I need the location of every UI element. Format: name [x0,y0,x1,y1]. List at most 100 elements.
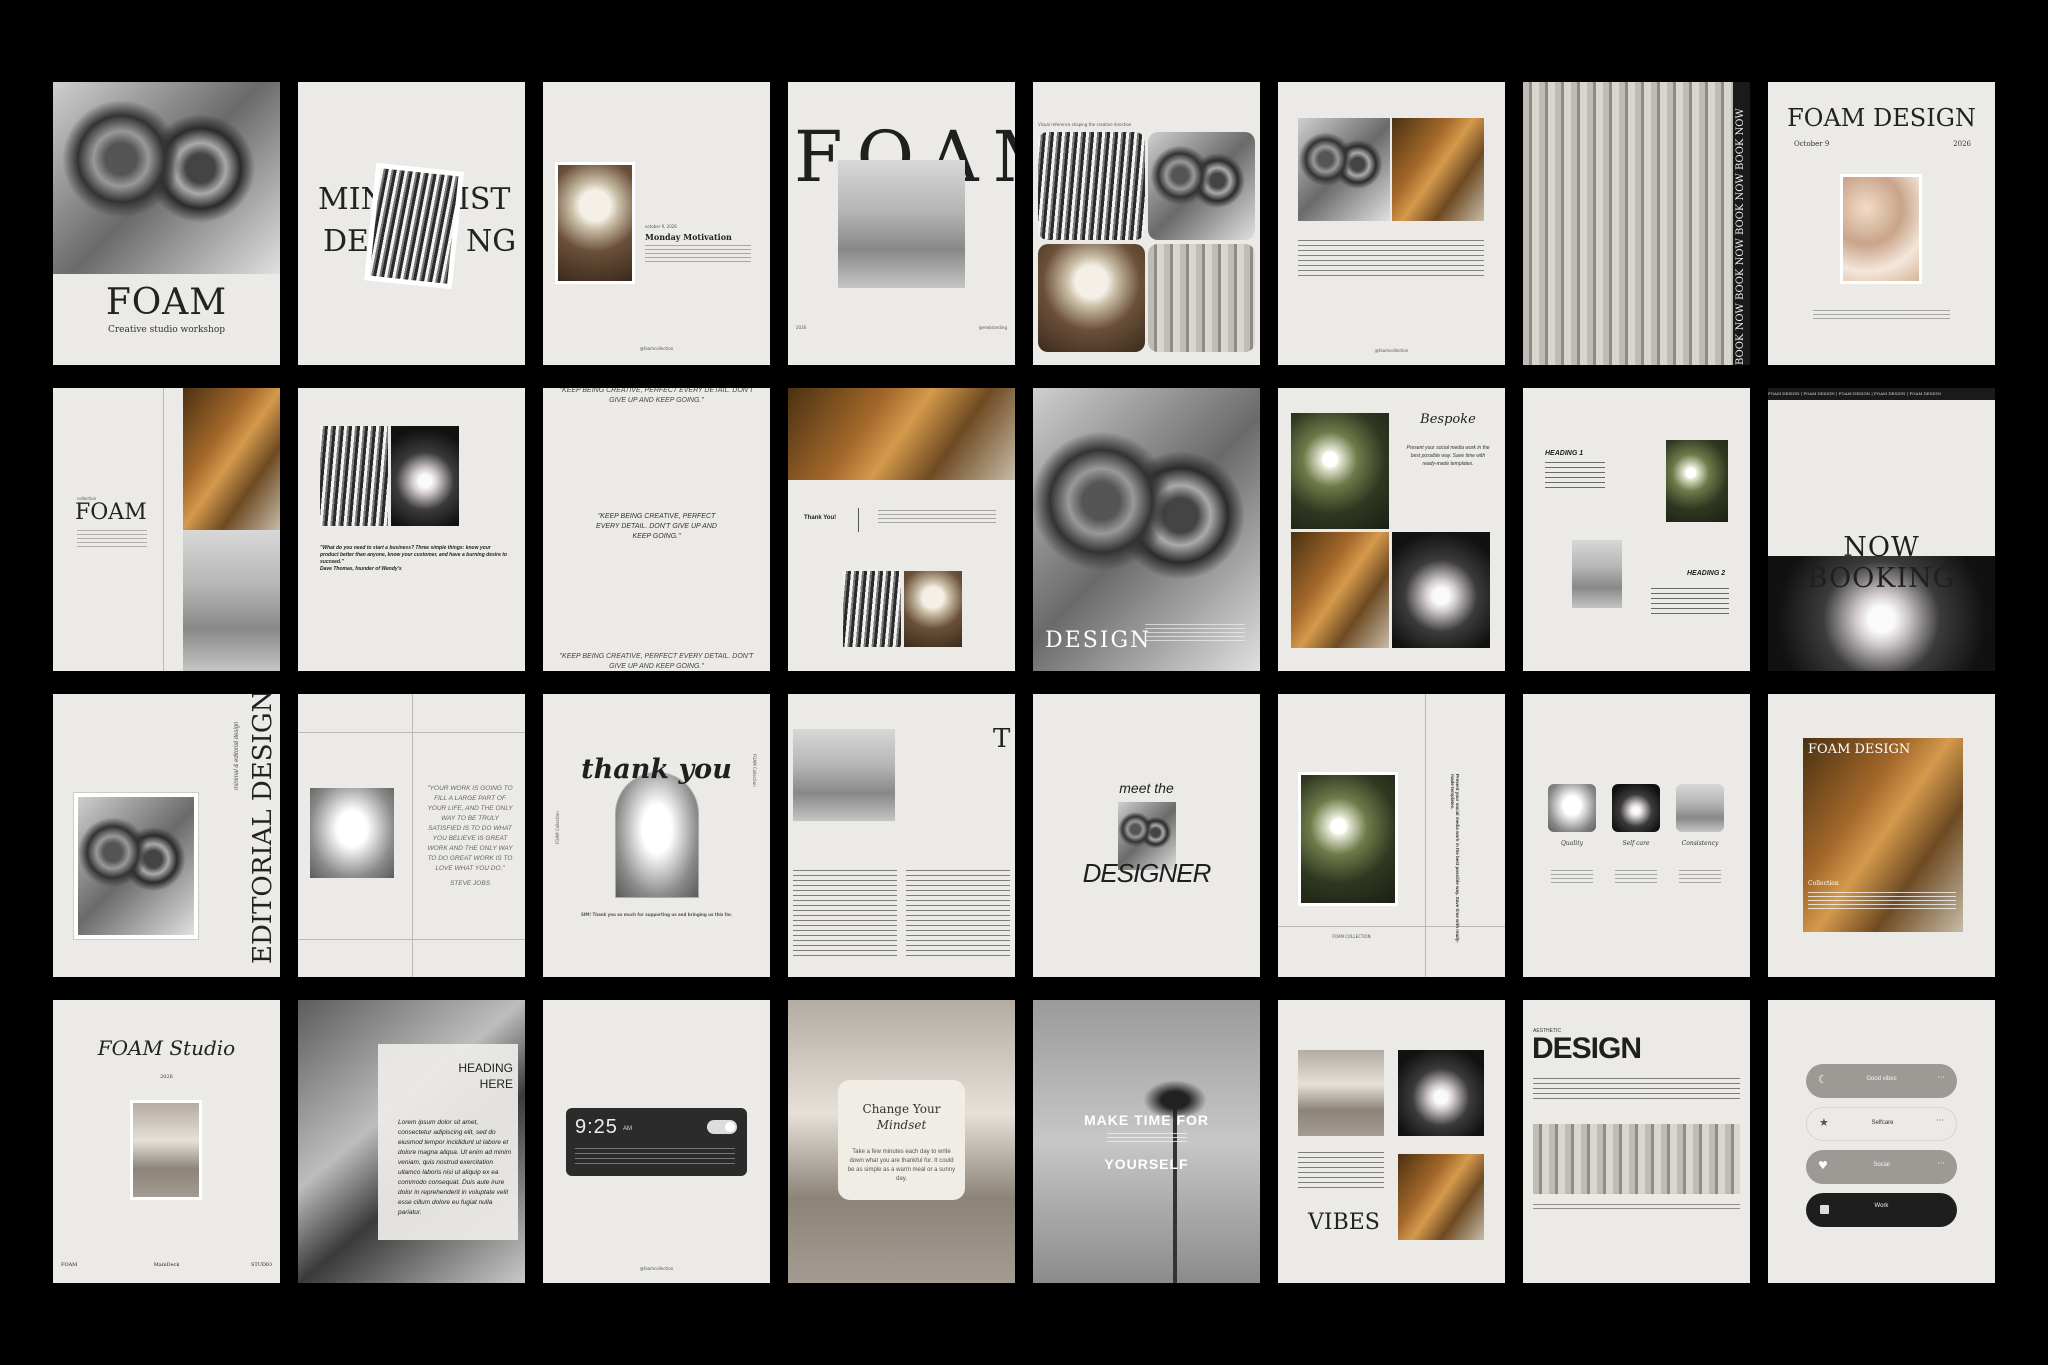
columns-photo [1523,82,1733,365]
pill-good-vibes[interactable]: ☾ Good vibes ··· [1806,1064,1957,1098]
template-card[interactable]: october 9, 2026 Monday Motivation @foamc… [543,82,770,365]
footer-handle: @foamcollection [639,1266,674,1271]
template-card[interactable]: "What do you need to start a business? T… [298,388,525,671]
small-text: minimal & editorial design [234,721,240,790]
pill-label: Social [1873,1162,1890,1168]
toggle-switch[interactable] [707,1120,737,1134]
template-card[interactable]: Visual reference shaping the creative di… [1033,82,1260,365]
template-card[interactable]: 9:25 AM @foamcollection [543,1000,770,1283]
template-card[interactable]: @foamcollection [1278,82,1505,365]
template-card[interactable]: "YOUR WORK IS GOING TO FILL A LARGE PART… [298,694,525,977]
body-text: Lorem ipsum dolor sit amet, consectetur … [398,1119,512,1216]
pill-social[interactable]: ♥ Social ··· [1806,1150,1957,1184]
template-card[interactable]: HEADING 1 HEADING 2 [1523,388,1750,671]
template-card[interactable]: Quality Self care Consistency [1523,694,1750,977]
roses-photo [53,82,280,274]
body-text-lines [1813,310,1950,322]
template-card[interactable]: FOAM Studio 2026 FOAM MainDeck STUDIO [53,1000,280,1283]
pill-work[interactable]: Work [1806,1193,1957,1227]
body-text-lines [645,245,751,265]
headline-1: MAKE TIME FOR [1084,1112,1209,1128]
year-text: 2026 [796,325,807,330]
side-strip: BOOK NOW BOOK NOW BOOK NOW BOOK NOW [1733,82,1750,365]
pill-label: Selfcare [1871,1120,1894,1126]
divider [1425,694,1426,977]
heading-2: HEADING 2 [1687,570,1726,577]
template-card[interactable]: collection FOAM [53,388,280,671]
item-label: Consistency [1681,840,1719,847]
photo-frame [555,162,635,284]
body-text-lines [1808,892,1956,910]
template-card[interactable]: AESTHETIC DESIGN [1523,1000,1750,1283]
more-icon: ··· [1937,1073,1945,1082]
columns-photo [1148,244,1255,352]
footer-handle: @foamcollection [639,346,674,351]
template-card[interactable]: ☾ Good vibes ··· ★ Selfcare ··· ♥ Social… [1768,1000,1995,1283]
year-text: 2026 [160,1074,173,1080]
dress-photo [1548,784,1596,832]
template-card[interactable]: Bespoke Present your social media work i… [1278,388,1505,671]
cup-photo [558,165,632,281]
template-card[interactable]: MAKE TIME FOR YOURSELF [1033,1000,1260,1283]
template-card[interactable]: FOAM Creative studio workshop [53,82,280,365]
pill-label: Work [1874,1203,1889,1209]
toggle-knob [725,1122,735,1132]
pill-selfcare[interactable]: ★ Selfcare ··· [1806,1107,1957,1141]
note-title-1: Change Your [862,1102,941,1116]
template-card[interactable]: thank you FOAM Collection FOAM Collectio… [543,694,770,977]
template-card[interactable]: BOOK NOW BOOK NOW BOOK NOW BOOK NOW [1523,82,1750,365]
more-icon: ··· [1937,1159,1945,1168]
flowers-photo [1301,775,1395,903]
daisy-photo [391,426,459,526]
template-card[interactable]: Change Your Mindset Take a few minutes e… [788,1000,1015,1283]
card-title: FOAM [105,282,228,323]
template-card[interactable]: VIBES [1278,1000,1505,1283]
headline-2: YOURSELF [1104,1156,1189,1172]
clock-time: 9:25 [575,1116,618,1138]
template-card[interactable]: minimal & editorial design EDITORIAL DES… [53,694,280,977]
lily-photo [1392,532,1490,648]
card-title: VIBES [1308,1210,1380,1235]
banner-strip: FOAM DESIGN | FOAM DESIGN | FOAM DESIGN … [1768,388,1995,400]
body-text-lines [575,1148,735,1164]
lily-photo [1398,1050,1484,1136]
divider [1278,926,1505,927]
body-text-lines [1545,462,1605,488]
template-card[interactable]: HEADING HERE Lorem ipsum dolor sit amet,… [298,1000,525,1283]
template-card[interactable]: FOAM DESIGN October 9 2026 [1768,82,1995,365]
shadow-photo [183,388,280,530]
pill-label: Good vibes [1866,1076,1897,1082]
lily-photo [1612,784,1660,832]
flowers-photo [1666,440,1728,522]
side-left: FOAM Collection [555,811,560,844]
template-card[interactable]: T [788,694,1015,977]
template-card[interactable]: Present your social media work in the be… [1278,694,1505,977]
template-card[interactable]: meet the DESIGNER [1033,694,1260,977]
divider [412,694,413,977]
word-part: DE [323,224,369,259]
card-title: FOAM Studio [97,1036,236,1060]
hands-photo [1572,540,1622,608]
template-card[interactable]: FOAM 2026 @mebranding [788,82,1015,365]
photo-frame [130,1100,202,1200]
template-card[interactable]: DESIGN [1033,388,1260,671]
template-card[interactable]: Thank You! [788,388,1015,671]
divider [858,508,859,532]
note-title-2: Mindset [876,1118,927,1132]
hands-photo [1676,784,1724,832]
top-text: meet the [1119,780,1174,796]
footer-text: FOAM COLLECTION [1332,934,1371,939]
body-text-lines [1651,588,1729,614]
body-text-lines [1533,1078,1740,1100]
roses-photo [78,797,194,935]
curtain-photo [843,571,901,647]
quote-center: "KEEP BEING CREATIVE, PERFECT EVERY DETA… [596,513,717,540]
template-card[interactable]: "KEEP BEING CREATIVE, PERFECT EVERY DETA… [543,388,770,671]
template-card[interactable]: FOAM DESIGN Collection [1768,694,1995,977]
item-label: Quality [1561,840,1583,847]
template-card[interactable]: MIN IST DE NG [298,82,525,365]
template-card[interactable]: FOAM DESIGN | FOAM DESIGN | FOAM DESIGN … [1768,388,1995,671]
more-icon: ··· [1936,1116,1944,1125]
template-grid: FOAM Creative studio workshop MIN IST DE… [0,0,2048,1365]
cup-photo [1038,244,1145,352]
